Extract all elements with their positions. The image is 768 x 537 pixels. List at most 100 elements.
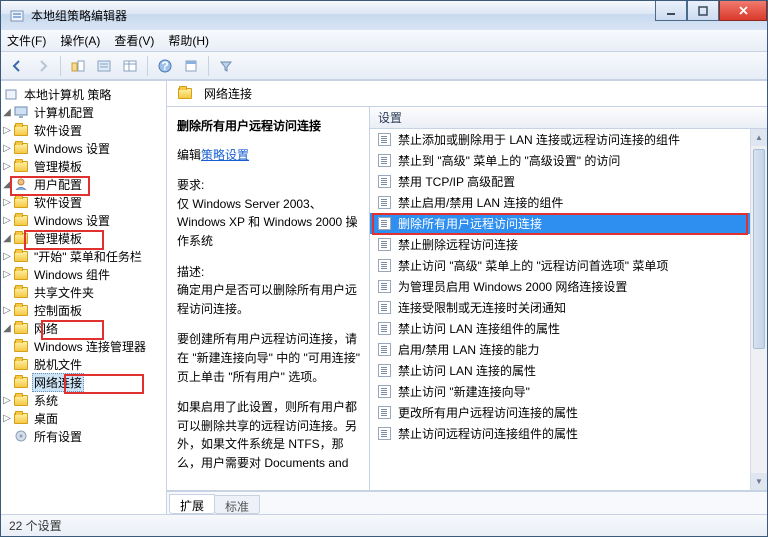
list-item[interactable]: 禁止启用/禁用 LAN 连接的组件: [370, 192, 767, 213]
policy-item-icon: [376, 195, 392, 211]
properties-button[interactable]: [179, 54, 203, 78]
list-item[interactable]: 删除所有用户远程访问连接: [370, 213, 767, 234]
list-item-label: 禁止到 "高级" 菜单上的 "高级设置" 的访问: [398, 152, 620, 169]
detail-pane: 删除所有用户远程访问连接 编辑策略设置 要求: 仅 Windows Server…: [167, 107, 369, 490]
status-bar: 22 个设置: [1, 514, 767, 536]
list-item-label: 为管理员启用 Windows 2000 网络连接设置: [398, 278, 627, 295]
list-item[interactable]: 禁止访问 LAN 连接的属性: [370, 360, 767, 381]
list-header[interactable]: 设置: [370, 107, 767, 129]
policy-item-icon: [376, 363, 392, 379]
list-item-label: 禁止访问远程访问连接组件的属性: [398, 425, 578, 442]
policy-root-icon: [3, 87, 19, 101]
tabs: 扩展 标准: [167, 491, 767, 514]
requirements-label: 要求:: [177, 176, 361, 195]
menu-action[interactable]: 操作(A): [60, 32, 100, 49]
list-item-label: 更改所有用户远程访问连接的属性: [398, 404, 578, 421]
list-item-label: 禁用 TCP/IP 高级配置: [398, 173, 515, 190]
tree-item[interactable]: 脱机文件: [32, 355, 84, 374]
nav-back-button[interactable]: [5, 54, 29, 78]
scrollbar[interactable]: ▲ ▼: [750, 129, 767, 490]
list-item[interactable]: 禁止删除远程访问连接: [370, 234, 767, 255]
tree-item[interactable]: 控制面板: [32, 301, 84, 320]
help-button[interactable]: ?: [153, 54, 177, 78]
list-item[interactable]: 禁止访问 "新建连接向导": [370, 381, 767, 402]
tree-item[interactable]: 软件设置: [32, 193, 84, 212]
menu-view[interactable]: 查看(V): [114, 32, 154, 49]
menu-file[interactable]: 文件(F): [7, 32, 46, 49]
window-title: 本地组策略编辑器: [31, 7, 127, 24]
tree-network[interactable]: 网络: [32, 319, 60, 338]
scroll-up-icon[interactable]: ▲: [751, 129, 767, 146]
filter-button[interactable]: [214, 54, 238, 78]
toolbar: ?: [1, 52, 767, 80]
maximize-button[interactable]: [687, 1, 719, 21]
list-item[interactable]: 更改所有用户远程访问连接的属性: [370, 402, 767, 423]
policy-item-icon: [376, 132, 392, 148]
tree-item[interactable]: "开始" 菜单和任务栏: [32, 247, 144, 266]
computer-icon: [13, 105, 29, 119]
list-item-label: 禁止访问 LAN 连接的属性: [398, 362, 536, 379]
tree-item[interactable]: Windows 设置: [32, 211, 112, 230]
nav-forward-button[interactable]: [31, 54, 55, 78]
tree-item[interactable]: 桌面: [32, 409, 60, 428]
minimize-button[interactable]: [655, 1, 687, 21]
list-item[interactable]: 禁止添加或删除用于 LAN 连接或远程访问连接的组件: [370, 129, 767, 150]
view-folder-button[interactable]: [66, 54, 90, 78]
scroll-down-icon[interactable]: ▼: [751, 473, 767, 490]
tree-item[interactable]: Windows 设置: [32, 139, 112, 158]
scroll-thumb[interactable]: [753, 149, 765, 349]
list-item-label: 禁止访问 "高级" 菜单上的 "远程访问首选项" 菜单项: [398, 257, 668, 274]
right-pane: 网络连接 删除所有用户远程访问连接 编辑策略设置 要求: 仅 Windows S…: [167, 81, 767, 514]
tree-computer-config[interactable]: 计算机配置: [32, 103, 96, 122]
gear-icon: [13, 429, 29, 443]
policy-item-icon: [376, 237, 392, 253]
tree-admin-templates[interactable]: 管理模板: [32, 229, 84, 248]
tree-user-config[interactable]: 用户配置: [32, 175, 84, 194]
policy-item-icon: [376, 279, 392, 295]
list-item[interactable]: 启用/禁用 LAN 连接的能力: [370, 339, 767, 360]
policy-item-icon: [376, 216, 392, 232]
tree-item[interactable]: 软件设置: [32, 121, 84, 140]
list-item-label: 禁止访问 LAN 连接组件的属性: [398, 320, 560, 337]
status-text: 22 个设置: [9, 517, 62, 534]
app-window: 本地组策略编辑器 文件(F) 操作(A) 查看(V) 帮助(H) ? 本地计算机…: [0, 0, 768, 537]
tree-root[interactable]: 本地计算机 策略: [22, 85, 113, 104]
close-button[interactable]: [719, 1, 767, 21]
tree-network-connections[interactable]: 网络连接: [32, 373, 84, 392]
tab-standard[interactable]: 标准: [214, 495, 260, 514]
path-label: 网络连接: [204, 85, 252, 102]
svg-text:?: ?: [161, 59, 168, 73]
list-body[interactable]: 禁止添加或删除用于 LAN 连接或远程访问连接的组件禁止到 "高级" 菜单上的 …: [370, 129, 767, 490]
list-item[interactable]: 禁止访问远程访问连接组件的属性: [370, 423, 767, 444]
list-item[interactable]: 禁止访问 "高级" 菜单上的 "远程访问首选项" 菜单项: [370, 255, 767, 276]
view-details-button[interactable]: [118, 54, 142, 78]
tree-item[interactable]: Windows 连接管理器: [32, 337, 148, 356]
folder-icon: [177, 87, 193, 101]
tree-item[interactable]: 系统: [32, 391, 60, 410]
menubar: 文件(F) 操作(A) 查看(V) 帮助(H): [1, 30, 767, 52]
list-item-label: 删除所有用户远程访问连接: [398, 215, 542, 232]
menu-help[interactable]: 帮助(H): [168, 32, 209, 49]
app-icon: [9, 8, 25, 24]
tree-item[interactable]: 管理模板: [32, 157, 84, 176]
description-label: 描述:: [177, 263, 361, 282]
tree-item[interactable]: 共享文件夹: [32, 283, 96, 302]
list-item[interactable]: 禁用 TCP/IP 高级配置: [370, 171, 767, 192]
policy-item-icon: [376, 405, 392, 421]
list-item-label: 启用/禁用 LAN 连接的能力: [398, 341, 539, 358]
tree-item[interactable]: Windows 组件: [32, 265, 112, 284]
policy-item-icon: [376, 258, 392, 274]
edit-policy-link[interactable]: 策略设置: [201, 148, 249, 162]
tab-extended[interactable]: 扩展: [169, 494, 215, 514]
detail-title: 删除所有用户远程访问连接: [177, 117, 361, 136]
list-item[interactable]: 禁止访问 LAN 连接组件的属性: [370, 318, 767, 339]
policy-item-icon: [376, 426, 392, 442]
tree-item[interactable]: 所有设置: [32, 427, 84, 446]
list-item[interactable]: 禁止到 "高级" 菜单上的 "高级设置" 的访问: [370, 150, 767, 171]
body: 本地计算机 策略 ◢计算机配置 ▷软件设置 ▷Windows 设置 ▷管理模板 …: [1, 80, 767, 514]
list-item[interactable]: 连接受限制或无连接时关闭通知: [370, 297, 767, 318]
nav-tree[interactable]: 本地计算机 策略 ◢计算机配置 ▷软件设置 ▷Windows 设置 ▷管理模板 …: [1, 81, 167, 514]
list-item[interactable]: 为管理员启用 Windows 2000 网络连接设置: [370, 276, 767, 297]
view-list-button[interactable]: [92, 54, 116, 78]
settings-list: 设置 禁止添加或删除用于 LAN 连接或远程访问连接的组件禁止到 "高级" 菜单…: [369, 107, 767, 490]
